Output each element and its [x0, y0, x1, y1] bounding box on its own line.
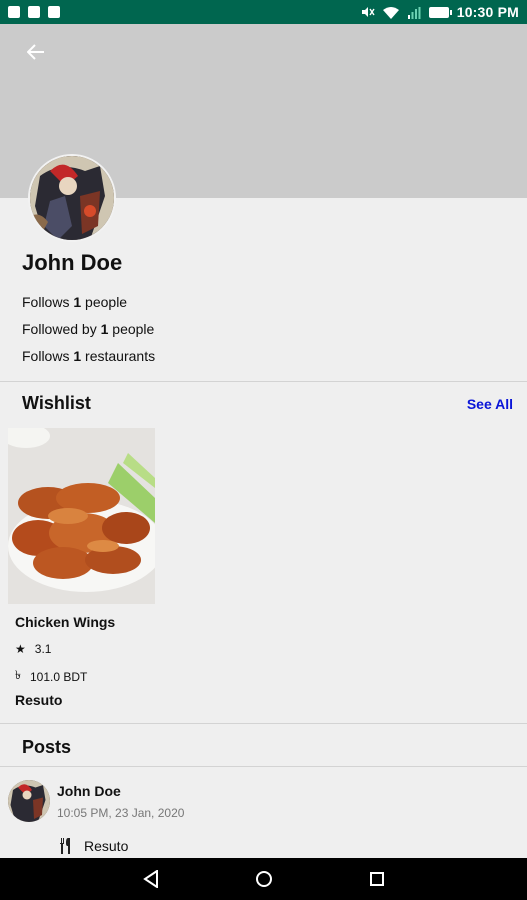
stat-follows-people[interactable]: Follows 1 people	[22, 294, 127, 310]
divider	[0, 381, 527, 382]
restaurant-icon	[60, 838, 70, 854]
battery-icon	[428, 6, 452, 18]
divider	[0, 766, 527, 767]
post-timestamp: 10:05 PM, 23 Jan, 2020	[57, 806, 185, 820]
stat-suffix: people	[81, 294, 128, 310]
mute-icon	[361, 6, 375, 18]
star-icon: ★	[15, 642, 26, 656]
stat-followed-by[interactable]: Followed by 1 people	[22, 321, 154, 337]
back-button[interactable]	[22, 40, 50, 64]
photo-icon	[8, 6, 20, 18]
system-nav-bar	[0, 858, 527, 900]
avatar[interactable]	[28, 154, 116, 242]
divider	[0, 723, 527, 724]
post-author-name[interactable]: John Doe	[57, 783, 121, 799]
price-value: 101.0 BDT	[29, 670, 88, 684]
stat-suffix: restaurants	[81, 348, 156, 364]
profile-name: John Doe	[22, 250, 123, 275]
post-restaurant[interactable]: Resuto	[58, 838, 128, 854]
nav-home-button[interactable]	[254, 869, 274, 889]
wishlist-item[interactable]: Chicken Wings ★ 3.1 ৳ 101.0 BDT Resuto	[8, 428, 156, 718]
no-signal-icon	[407, 6, 421, 19]
stat-count: 1	[73, 348, 82, 364]
taka-icon: ৳	[15, 668, 21, 682]
wifi-icon	[382, 6, 399, 19]
nav-recents-button[interactable]	[367, 869, 387, 889]
stat-count: 1	[73, 294, 82, 310]
post-restaurant-name: Resuto	[84, 838, 129, 854]
stat-prefix: Follows	[22, 348, 74, 364]
nav-back-button[interactable]	[141, 869, 161, 889]
home-circle-icon	[256, 871, 272, 887]
recents-square-icon	[370, 872, 384, 886]
wishlist-title: Wishlist	[22, 393, 91, 413]
wishlist-item-restaurant: Resuto	[15, 692, 63, 708]
wishlist-item-image	[8, 428, 155, 604]
post-author-avatar[interactable]	[8, 780, 50, 822]
wishlist-item-price: ৳ 101.0 BDT	[15, 667, 87, 687]
stat-suffix: people	[108, 321, 155, 337]
posts-title: Posts	[22, 737, 72, 757]
wishlist-item-name: Chicken Wings	[15, 614, 116, 630]
stat-prefix: Follows	[22, 294, 74, 310]
sd-card-icon	[28, 6, 40, 18]
back-triangle-icon	[143, 870, 158, 888]
message-icon	[48, 6, 60, 18]
see-all-link[interactable]: See All	[467, 396, 513, 412]
rating-value: 3.1	[34, 642, 52, 656]
wishlist-item-rating: ★ 3.1	[15, 642, 51, 656]
status-bar: 10:30 PM	[0, 0, 527, 24]
back-arrow-icon	[27, 44, 44, 60]
status-time: 10:30 PM	[456, 4, 519, 20]
stat-follows-restaurants[interactable]: Follows 1 restaurants	[22, 348, 155, 364]
stat-prefix: Followed by	[22, 321, 101, 337]
